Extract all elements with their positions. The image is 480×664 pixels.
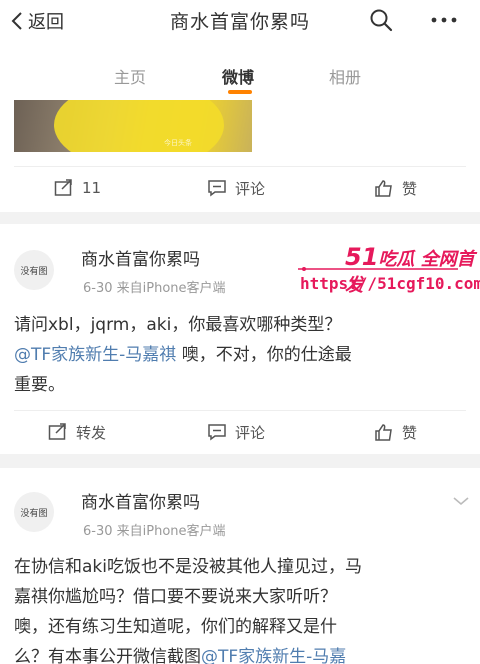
mention-link[interactable]: @TF家族新生-马嘉: [201, 647, 346, 664]
watermark-url: https://51cgf10.com: [300, 274, 480, 293]
post-text-line: 嘉祺你尴尬吗？借口要不要说来大家听听？: [14, 587, 337, 607]
post-text-line: 噢，还有练习生知道呢，你们的解释又是什: [14, 617, 337, 637]
tab-active-indicator: [228, 90, 252, 94]
like-button[interactable]: 赞: [374, 410, 417, 454]
more-icon[interactable]: [428, 8, 460, 32]
avatar[interactable]: 没有图: [14, 250, 54, 290]
page-title: 商水首富你累吗: [169, 11, 310, 33]
repost-icon: [54, 179, 72, 196]
post-text-fragment: 噢，不对，你的仕途最: [176, 345, 352, 365]
mention-link[interactable]: @TF家族新生-马嘉祺: [14, 345, 176, 365]
top-bar: 返回 商水首富你累吗: [0, 0, 480, 40]
comment-icon: [208, 180, 226, 197]
comment-button[interactable]: 评论: [207, 166, 265, 210]
search-icon[interactable]: [369, 8, 393, 32]
avatar[interactable]: 没有图: [14, 492, 54, 532]
post-text-line: @TF家族新生-马嘉祺 噢，不对，你的仕途最: [14, 340, 466, 370]
tab-weibo[interactable]: 微博: [222, 64, 254, 88]
post-meta: 6-30 来自iPhone客户端: [83, 281, 226, 296]
post-text: 请问xbl，jqrm，aki，你最喜欢哪种类型？ @TF家族新生-马嘉祺 噢，不…: [14, 310, 466, 400]
watermark-underline: [298, 267, 458, 271]
repost-button[interactable]: 转发: [48, 410, 106, 454]
post-text-line: 重要。: [14, 375, 65, 395]
post-text: 在协信和aki吃饭也不是没被其他人撞见过，马 嘉祺你尴尬吗？借口要不要说来大家听…: [14, 552, 466, 664]
username[interactable]: 商水首富你累吗: [81, 245, 200, 270]
repost-label: 转发: [76, 423, 107, 442]
comment-label: 评论: [235, 179, 266, 198]
thumbs-up-icon: [375, 180, 392, 197]
post-text-line: 么？有本事公开微信截图@TF家族新生-马嘉: [14, 642, 466, 664]
like-label: 赞: [402, 423, 418, 442]
image-highlight: [54, 100, 224, 152]
repost-count: 11: [82, 179, 102, 197]
profile-tabs: 主页 微博 相册: [0, 40, 480, 100]
post-image[interactable]: 今日头条: [14, 100, 252, 152]
post-text-fragment: 么？有本事公开微信截图: [14, 647, 201, 664]
tab-home[interactable]: 主页: [114, 64, 146, 88]
post-actions: 11 评论 赞: [0, 166, 480, 210]
post-text-line: 在协信和aki吃饭也不是没被其他人撞见过，马: [14, 557, 362, 577]
comment-button[interactable]: 评论: [207, 410, 265, 454]
post-meta: 6-30 来自iPhone客户端: [83, 524, 226, 539]
tab-album[interactable]: 相册: [329, 64, 361, 88]
repost-icon: [48, 423, 66, 440]
repost-button[interactable]: 11: [54, 166, 101, 210]
username[interactable]: 商水首富你累吗: [81, 488, 200, 513]
like-button[interactable]: 赞: [374, 166, 417, 210]
image-watermark: 今日头条: [164, 139, 192, 147]
comment-icon: [208, 424, 226, 441]
like-label: 赞: [402, 179, 418, 198]
thumbs-up-icon: [375, 424, 392, 441]
chevron-down-icon[interactable]: [452, 496, 470, 506]
post-text-line: 请问xbl，jqrm，aki，你最喜欢哪种类型？: [14, 315, 342, 335]
post-actions: 转发 评论 赞: [0, 410, 480, 454]
comment-label: 评论: [235, 423, 266, 442]
